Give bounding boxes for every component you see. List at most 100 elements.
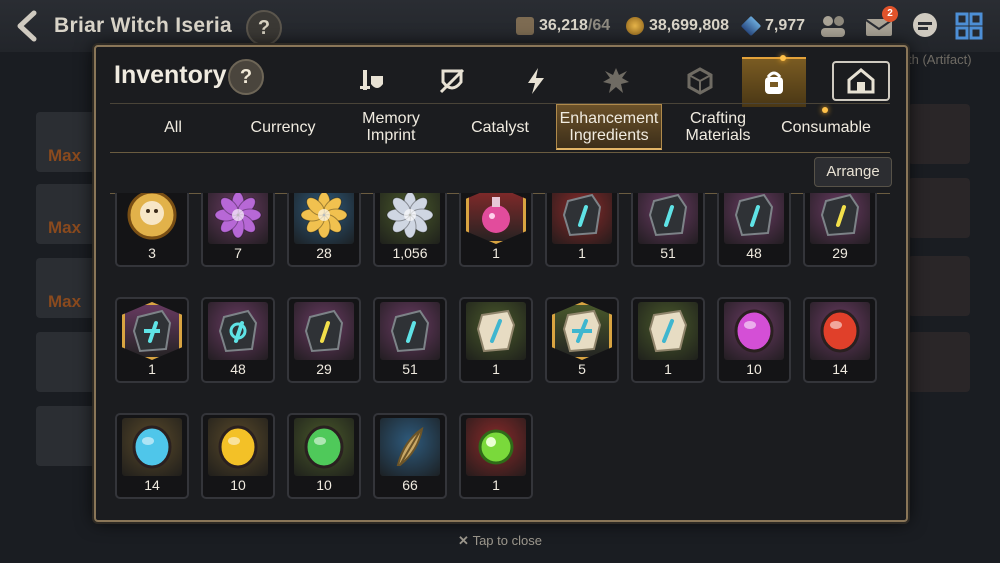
item-icon-frame [466, 302, 526, 360]
tab-enhancement-ingredients[interactable]: Enhancement Ingredients [556, 104, 662, 150]
tab-skill[interactable] [504, 57, 568, 105]
bone-rune-icon [648, 309, 688, 353]
help-icon[interactable]: ? [246, 10, 282, 46]
teal-rune-stone-icon [648, 193, 688, 237]
item-quantity: 5 [578, 361, 586, 377]
inventory-item[interactable]: 1 [115, 297, 189, 383]
inventory-item[interactable]: 29 [287, 297, 361, 383]
inventory-item[interactable]: 51 [631, 193, 705, 267]
inventory-item[interactable]: 51 [373, 297, 447, 383]
item-quantity: 1 [578, 245, 586, 261]
item-quantity: 51 [660, 245, 676, 261]
gold-display[interactable]: 38,699,808 [626, 14, 729, 38]
inventory-item[interactable]: 10 [287, 413, 361, 499]
tab-catalyst[interactable]: Catalyst [447, 104, 553, 150]
inventory-item[interactable]: 14 [803, 297, 877, 383]
inventory-item[interactable]: 3 [115, 193, 189, 267]
stamina-icon [516, 17, 534, 35]
hero-name: Briar Witch Iseria [54, 14, 232, 37]
chat-icon[interactable] [908, 10, 942, 42]
help-icon[interactable]: ? [228, 59, 264, 95]
item-icon-frame [122, 418, 182, 476]
inventory-item[interactable]: 1,056 [373, 193, 447, 267]
inventory-modal: Inventory ? All Currency Memory Imprint … [94, 45, 908, 522]
inventory-item[interactable]: 1 [459, 413, 533, 499]
feather-root-icon [396, 426, 424, 466]
back-arrow-icon[interactable] [14, 10, 42, 42]
tab-crafting-materials[interactable]: Crafting Materials [665, 104, 771, 150]
item-icon-frame [466, 193, 526, 244]
tab-consumable[interactable]: Consumable [773, 104, 879, 150]
item-quantity: 28 [316, 245, 332, 261]
tab-material[interactable] [668, 57, 732, 105]
inventory-item[interactable]: 66 [373, 413, 447, 499]
item-quantity: 14 [144, 477, 160, 493]
background-thumb [908, 178, 970, 238]
inventory-item[interactable]: 1 [459, 193, 533, 267]
cube-icon [687, 67, 713, 95]
arrange-button[interactable]: Arrange [814, 157, 892, 187]
yellow-rune-stone-icon [820, 193, 860, 237]
item-quantity: 1 [492, 361, 500, 377]
mail-icon[interactable]: 2 [862, 6, 898, 42]
tab-currency[interactable]: Currency [230, 104, 336, 150]
swirl-rune-stone-icon [218, 309, 258, 353]
item-icon-frame [810, 193, 870, 244]
tab-bag[interactable] [742, 57, 806, 107]
red-gem-icon [820, 309, 860, 353]
blue-rune-stone-icon [562, 193, 602, 237]
sparkle-icon [780, 55, 786, 61]
cross-rune-stone-icon [132, 309, 172, 353]
item-icon-frame [294, 193, 354, 244]
bone-rune-icon [476, 309, 516, 353]
item-icon-frame [638, 302, 698, 360]
item-quantity: 48 [746, 245, 762, 261]
item-icon-frame [466, 418, 526, 476]
background-thumb [908, 104, 970, 164]
tab-equipment[interactable] [340, 57, 404, 105]
gold-coin-icon [626, 17, 644, 35]
inventory-item[interactable]: 1 [631, 297, 705, 383]
inventory-item[interactable]: 28 [287, 193, 361, 267]
inventory-item[interactable]: 10 [201, 413, 275, 499]
inventory-item[interactable]: 48 [201, 297, 275, 383]
item-icon-frame [208, 302, 268, 360]
house-icon [847, 68, 875, 94]
tab-memory-imprint[interactable]: Memory Imprint [338, 104, 444, 150]
tab-storage[interactable] [832, 61, 890, 101]
tab-all[interactable]: All [120, 104, 226, 150]
friends-icon[interactable] [816, 10, 850, 42]
item-quantity: 7 [234, 245, 242, 261]
skystone-display[interactable]: 7,977 [740, 14, 805, 38]
item-icon-frame [638, 193, 698, 244]
purple-flower-icon [214, 193, 262, 239]
item-quantity: 10 [316, 477, 332, 493]
item-icon-frame [810, 302, 870, 360]
item-quantity: 29 [832, 245, 848, 261]
item-icon-frame [294, 302, 354, 360]
inventory-item[interactable]: 10 [717, 297, 791, 383]
item-icon-frame [208, 418, 268, 476]
inventory-item[interactable]: 7 [201, 193, 275, 267]
tap-to-close[interactable]: ✕ Tap to close [0, 533, 1000, 549]
tab-artifact[interactable] [420, 57, 484, 105]
gold-flower-icon [300, 193, 348, 239]
inventory-item[interactable]: 5 [545, 297, 619, 383]
inventory-item[interactable]: 14 [115, 413, 189, 499]
inventory-item[interactable]: 1 [545, 193, 619, 267]
item-grid[interactable]: 3 7 28 1,056 1 1 51 48 29 1 48 29 51 1 5 1 10 14 14 10 10 66 1 [110, 193, 890, 518]
bag-icon [765, 71, 783, 94]
menu-grid-icon[interactable] [952, 10, 986, 42]
inventory-item[interactable]: 48 [717, 193, 791, 267]
item-quantity: 3 [148, 245, 156, 261]
teal-rune-stone-icon [390, 309, 430, 353]
inventory-item[interactable]: 29 [803, 193, 877, 267]
item-quantity: 48 [230, 361, 246, 377]
tab-monster[interactable] [584, 57, 648, 105]
blue-gem-icon [132, 425, 172, 469]
teal-rune-stone-icon [734, 193, 774, 237]
background-artifact-list [904, 52, 1000, 472]
stamina-display[interactable]: 36,218/64 [516, 14, 610, 38]
lightning-icon [528, 68, 544, 94]
inventory-item[interactable]: 1 [459, 297, 533, 383]
